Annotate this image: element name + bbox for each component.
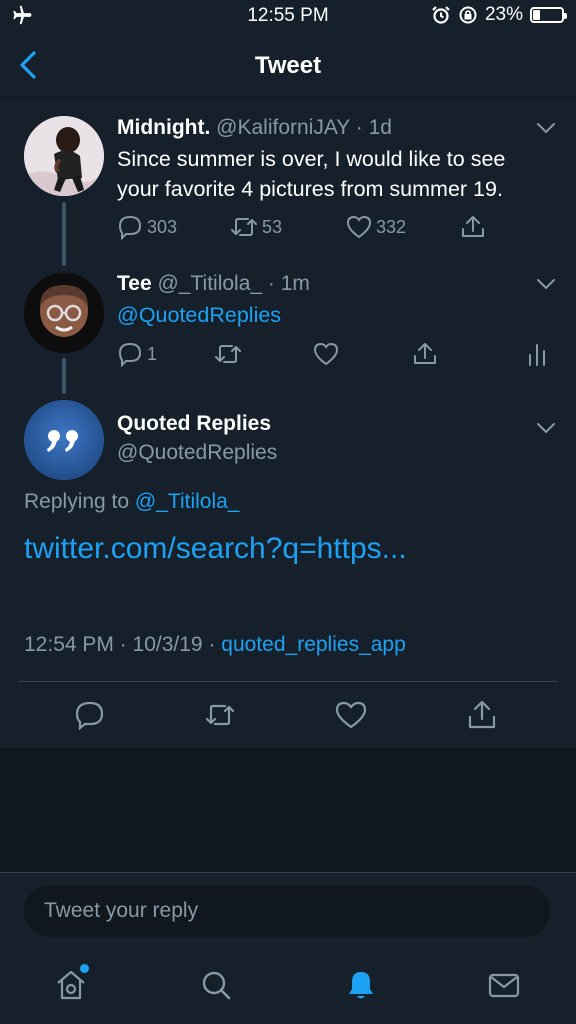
focused-tweet-actions [0, 682, 576, 748]
empty-space [0, 748, 576, 872]
retweet-button[interactable]: 53 [230, 214, 282, 240]
replying-to-link[interactable]: @_Titilola_ [135, 490, 240, 513]
reply-icon[interactable] [74, 699, 106, 731]
reply-button[interactable]: 303 [117, 214, 177, 240]
mention-link[interactable]: @QuotedReplies [117, 300, 281, 330]
tab-bar [0, 944, 576, 1024]
retweet-icon [231, 218, 257, 236]
user-handle[interactable]: @QuotedReplies [117, 441, 277, 464]
user-handle[interactable]: @_Titilola_ [157, 272, 262, 295]
analytics-button[interactable] [526, 341, 548, 367]
like-button[interactable] [313, 341, 339, 367]
tweet-header: Midnight. @KaliforniJAY · 1d [117, 116, 392, 140]
alarm-icon [432, 6, 450, 24]
tweet-actions: 1 [0, 341, 576, 369]
reply-button[interactable]: 1 [117, 341, 157, 367]
display-name[interactable]: Quoted Replies [117, 412, 271, 435]
reply-compose-bar: Tweet your reply [0, 872, 576, 944]
avatar-image [24, 116, 104, 196]
avatar[interactable] [24, 116, 104, 196]
tweet-age: · 1m [267, 272, 310, 295]
display-name[interactable]: Midnight. [117, 116, 210, 139]
quote-logo-icon [24, 400, 104, 480]
battery-icon [530, 7, 567, 23]
share-button[interactable] [460, 214, 486, 240]
analytics-icon [529, 344, 545, 366]
tweet-source[interactable]: quoted_replies_app [221, 633, 406, 656]
share-button[interactable] [412, 341, 438, 367]
tweet-meta: 12:54 PM · 10/3/19 · quoted_replies_app [24, 633, 406, 657]
battery-percent: 23% [484, 4, 523, 25]
chevron-down-icon[interactable] [536, 122, 556, 134]
user-handle[interactable]: @KaliforniJAY [216, 116, 350, 139]
replying-to: Replying to @_Titilola_ [24, 490, 240, 513]
share-icon [462, 216, 484, 237]
new-content-indicator [80, 964, 89, 973]
orientation-lock-icon [459, 6, 477, 24]
share-icon[interactable] [466, 699, 498, 731]
tweet-age: · 1d [355, 116, 392, 139]
search-icon[interactable] [199, 968, 233, 1002]
tweet-header: Tee @_Titilola_ · 1m [117, 272, 310, 296]
tweet-header: Quoted Replies [117, 412, 271, 436]
messages-icon[interactable] [487, 968, 521, 1002]
home-icon[interactable] [54, 968, 88, 1002]
tweet-actions: 303 53 332 [0, 214, 576, 242]
reply-input[interactable]: Tweet your reply [24, 885, 550, 937]
display-name[interactable]: Tee [117, 272, 152, 295]
page-title: Tweet [254, 52, 322, 79]
tweet-link[interactable]: twitter.com/search?q=https... [24, 532, 407, 566]
tweet-timestamp: 12:54 PM · 10/3/19 · [24, 633, 216, 656]
reply-icon [118, 342, 142, 367]
navigation-bar: Tweet [0, 32, 576, 98]
tweet-header-handle: @QuotedReplies [117, 441, 277, 465]
notifications-icon[interactable] [344, 968, 378, 1002]
retweet-button[interactable] [214, 341, 242, 367]
status-bar: 12:55 PM 23% [0, 0, 576, 32]
heart-icon[interactable] [335, 699, 367, 731]
heart-icon [346, 215, 372, 239]
chevron-down-icon[interactable] [536, 278, 556, 290]
tweet-text: Since summer is over, I would like to se… [117, 147, 506, 201]
like-button[interactable]: 332 [346, 214, 406, 240]
retweet-icon[interactable] [204, 699, 236, 731]
chevron-down-icon[interactable] [536, 422, 556, 434]
heart-icon [313, 342, 339, 366]
avatar[interactable] [24, 400, 104, 480]
retweet-icon [215, 345, 241, 363]
share-icon [414, 343, 436, 364]
reply-icon [118, 215, 142, 240]
